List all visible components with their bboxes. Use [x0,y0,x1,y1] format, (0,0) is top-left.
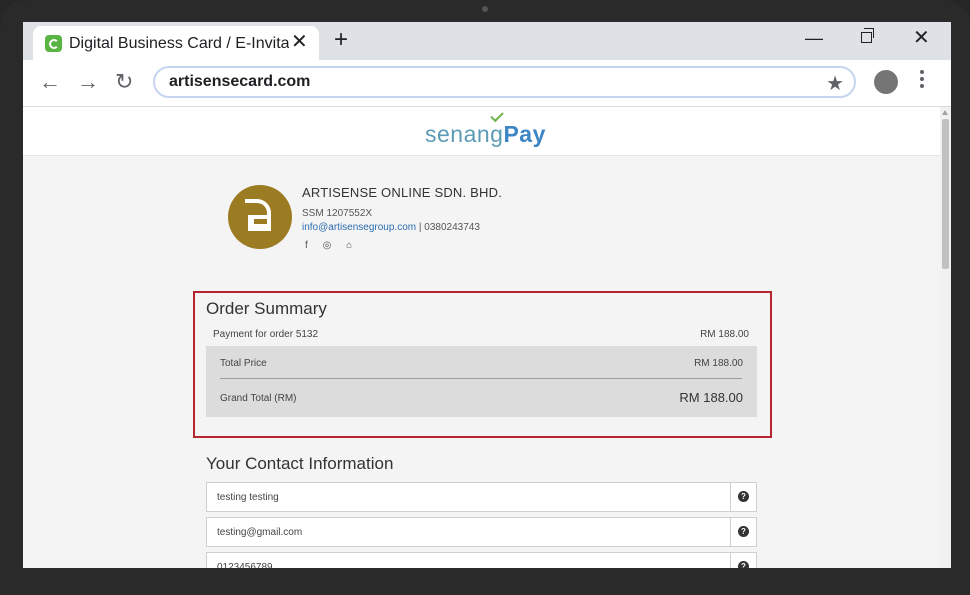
email-field: ? [206,517,757,547]
name-help-addon[interactable]: ? [730,483,756,511]
url-text: artisensecard.com [169,73,311,90]
order-item-label: Payment for order 5132 [213,329,319,340]
merchant-logo [228,185,292,249]
totals-divider [220,378,742,379]
tab-bar: Digital Business Card / E-Invita ✕ + — ✕ [23,22,951,60]
order-item-row: Payment for order 5132 RM 188.00 [213,329,749,340]
question-icon: ? [738,491,749,502]
question-icon: ? [738,561,749,568]
back-button[interactable]: ← [39,70,61,94]
page-content: senangPay ARTISENSE ONLINE SDN. BHD. SSM… [23,107,940,568]
merchant-contact: info@artisensegroup.com | 0380243743 [302,222,480,233]
name-input[interactable] [207,483,731,511]
grand-total-label: Grand Total (RM) [220,393,297,404]
browser-toolbar: ← → ↻ artisensecard.com ★ [23,60,951,107]
logo-pay: Pay [503,121,546,147]
total-price-label: Total Price [220,358,267,369]
merchant-email-link[interactable]: info@artisensegroup.com [302,222,416,233]
browser-menu-icon[interactable] [920,70,924,91]
new-tab-button[interactable]: + [334,28,348,52]
order-totals-box: Total Price RM 188.00 Grand Total (RM) R… [206,346,757,417]
logo-senang: senang [425,121,504,147]
phone-help-addon[interactable]: ? [730,553,756,568]
bookmark-star-icon[interactable]: ★ [826,71,844,96]
favicon-icon [45,35,62,52]
contact-info-title: Your Contact Information [206,454,394,473]
page-scrollbar[interactable] [940,107,951,568]
browser-window: Digital Business Card / E-Invita ✕ + — ✕… [23,22,951,568]
tab-active[interactable]: Digital Business Card / E-Invita ✕ [33,26,319,60]
merchant-ssm: SSM 1207552X [302,208,373,219]
total-price-amount: RM 188.00 [694,358,743,369]
scroll-up-arrow-icon[interactable] [942,110,948,115]
forward-button[interactable]: → [77,70,99,94]
address-bar[interactable]: artisensecard.com ★ [153,66,856,98]
reload-button[interactable]: ↻ [115,70,133,94]
grand-total-amount: RM 188.00 [679,390,743,405]
tab-close-icon[interactable]: ✕ [291,32,308,52]
name-field: ? [206,482,757,512]
question-icon: ? [738,526,749,537]
order-summary-title: Order Summary [206,299,327,318]
close-window-button[interactable]: ✕ [913,28,930,48]
senangpay-logo: senangPay [425,121,546,148]
order-item-amount: RM 188.00 [700,329,749,340]
email-input[interactable] [207,518,731,546]
home-icon[interactable]: ⌂ [346,240,352,251]
tab-title: Digital Business Card / E-Invita [69,35,289,52]
camera-dot [482,6,488,12]
phone-field: ? [206,552,757,568]
restore-button[interactable] [861,28,874,43]
email-help-addon[interactable]: ? [730,518,756,546]
page-header: senangPay [23,107,940,156]
facebook-icon[interactable]: f [305,240,308,251]
profile-avatar[interactable] [874,70,898,94]
instagram-icon[interactable]: ◎ [323,240,332,251]
minimize-button[interactable]: — [805,28,823,48]
merchant-phone: 0380243743 [424,222,480,233]
social-links: f ◎ ⌂ [305,240,364,251]
scroll-thumb[interactable] [942,119,949,269]
merchant-name: ARTISENSE ONLINE SDN. BHD. [302,185,503,200]
phone-input[interactable] [207,553,731,568]
